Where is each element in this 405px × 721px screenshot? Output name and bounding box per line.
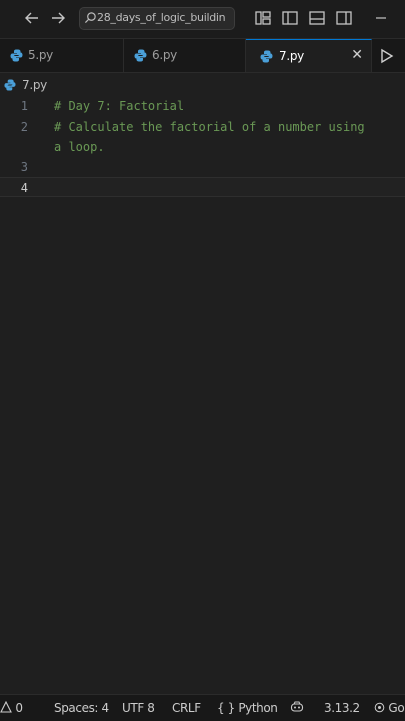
code-editor[interactable]: 1 # Day 7: Factorial 2 # Calculate the f… <box>0 96 405 696</box>
python-file-icon <box>260 50 273 63</box>
toggle-secondary-sidebar-icon[interactable] <box>335 9 353 27</box>
indentation-setting[interactable]: Spaces: 4 <box>54 699 109 717</box>
back-button[interactable] <box>20 7 44 29</box>
copilot-status[interactable] <box>290 699 304 717</box>
close-tab-button[interactable]: ✕ <box>351 47 363 63</box>
end-of-line-setting[interactable]: CRLF <box>172 699 201 717</box>
breadcrumb-file[interactable]: 7.py <box>22 78 47 92</box>
code-line-wrapped[interactable]: a loop. <box>0 137 405 157</box>
tab-6-py[interactable]: 6.py <box>124 39 246 72</box>
tab-label: 7.py <box>279 49 304 63</box>
tab-label: 6.py <box>152 48 177 62</box>
code-line[interactable]: 2 # Calculate the factorial of a number … <box>0 117 405 137</box>
line-number: 2 <box>20 120 28 134</box>
python-file-icon <box>10 49 23 62</box>
language-label: Python <box>238 701 278 715</box>
editor-tab-bar: 5.py 6.py 7.py ✕ <box>0 39 405 73</box>
breadcrumb: 7.py <box>0 74 405 96</box>
toggle-panel-icon[interactable] <box>308 9 326 27</box>
python-interpreter-version[interactable]: 3.13.2 <box>324 699 360 717</box>
current-code-line[interactable]: 4 <box>0 177 405 197</box>
line-number: 1 <box>20 99 28 113</box>
warning-count: 0 <box>15 701 23 715</box>
status-bar: 0 Spaces: 4 UTF 8 CRLF { } Python 3.13.2… <box>0 694 405 721</box>
braces-icon: { } <box>217 701 235 715</box>
python-file-icon <box>4 79 16 91</box>
tab-5-py[interactable]: 5.py <box>0 39 124 72</box>
command-center-search[interactable]: 28_days_of_logic_buildin <box>79 7 235 30</box>
encoding-setting[interactable]: UTF 8 <box>122 699 155 717</box>
customize-layout-icon[interactable] <box>254 9 272 27</box>
run-python-file-icon[interactable] <box>378 47 396 65</box>
code-line[interactable]: 1 # Day 7: Factorial <box>0 96 405 116</box>
forward-button[interactable] <box>46 7 70 29</box>
python-file-icon <box>134 49 147 62</box>
line-number: 3 <box>20 160 28 174</box>
tab-label: 5.py <box>28 48 53 62</box>
minimize-icon <box>376 17 386 19</box>
search-text: 28_days_of_logic_buildin <box>97 11 226 24</box>
line-text: # Day 7: Factorial <box>54 99 185 113</box>
copilot-icon <box>290 701 304 712</box>
line-number: 4 <box>20 181 28 195</box>
line-text: a loop. <box>54 140 105 154</box>
arrow-right-icon <box>52 12 65 24</box>
go-live-label: Go <box>388 701 405 715</box>
language-mode[interactable]: { } Python <box>217 699 278 717</box>
problems-indicator[interactable]: 0 <box>0 699 23 717</box>
toggle-primary-sidebar-icon[interactable] <box>281 9 299 27</box>
title-bar: 28_days_of_logic_buildin <box>0 0 405 39</box>
broadcast-icon <box>374 702 385 713</box>
minimize-button[interactable] <box>372 8 390 28</box>
tab-7-py[interactable]: 7.py ✕ <box>246 39 372 72</box>
warning-icon <box>0 700 12 713</box>
line-text: # Calculate the factorial of a number us… <box>54 120 365 134</box>
search-icon <box>84 12 96 24</box>
arrow-left-icon <box>25 12 38 24</box>
go-live-button[interactable]: Go <box>374 699 405 717</box>
code-line[interactable]: 3 <box>0 157 405 177</box>
